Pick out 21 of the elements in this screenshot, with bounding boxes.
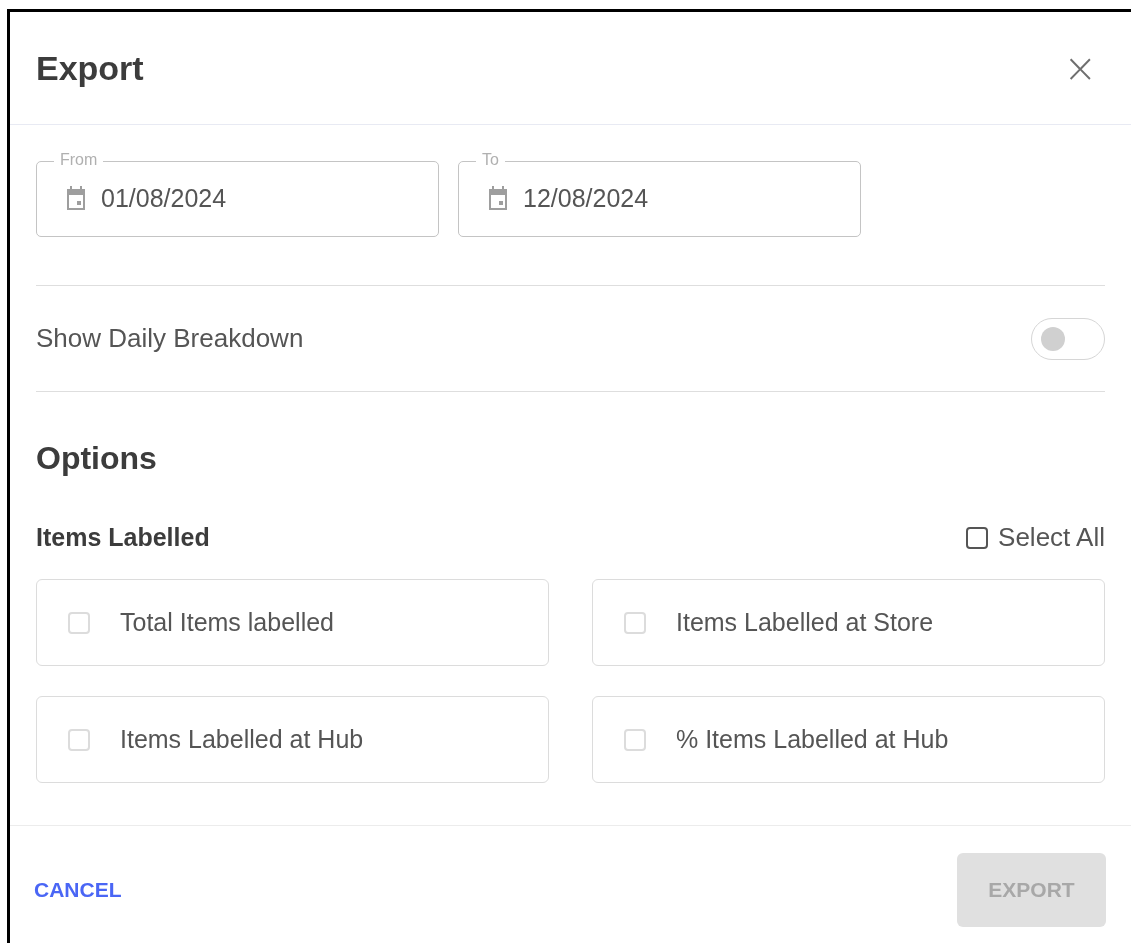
date-value: 01/08/2024 — [101, 183, 227, 215]
date-value: 12/08/2024 — [523, 183, 649, 215]
cancel-button[interactable]: CANCEL — [18, 854, 138, 926]
option-card[interactable]: % Items Labelled at Hub — [592, 696, 1105, 783]
dialog-title: Export — [36, 47, 144, 89]
toggle-label: Show Daily Breakdown — [36, 322, 304, 355]
calendar-icon — [65, 186, 87, 212]
option-label: Items Labelled at Hub — [120, 723, 364, 755]
toggle-switch[interactable] — [1031, 317, 1105, 360]
calendar-icon — [487, 186, 509, 212]
checkbox[interactable] — [966, 526, 989, 549]
option-card[interactable]: Total Items labelled — [36, 579, 549, 666]
option-card[interactable]: Items Labelled at Store — [592, 579, 1105, 666]
section-title: Options — [36, 439, 158, 478]
option-label: Total Items labelled — [120, 606, 334, 638]
option-card[interactable]: Items Labelled at Hub — [36, 696, 549, 783]
option-label: % Items Labelled at Hub — [676, 723, 949, 755]
close-button[interactable]: × — [1063, 48, 1097, 88]
select-all-label[interactable]: Select All — [998, 518, 1105, 557]
option-label: Items Labelled at Store — [676, 606, 934, 638]
group-title: Items Labelled — [36, 521, 210, 553]
